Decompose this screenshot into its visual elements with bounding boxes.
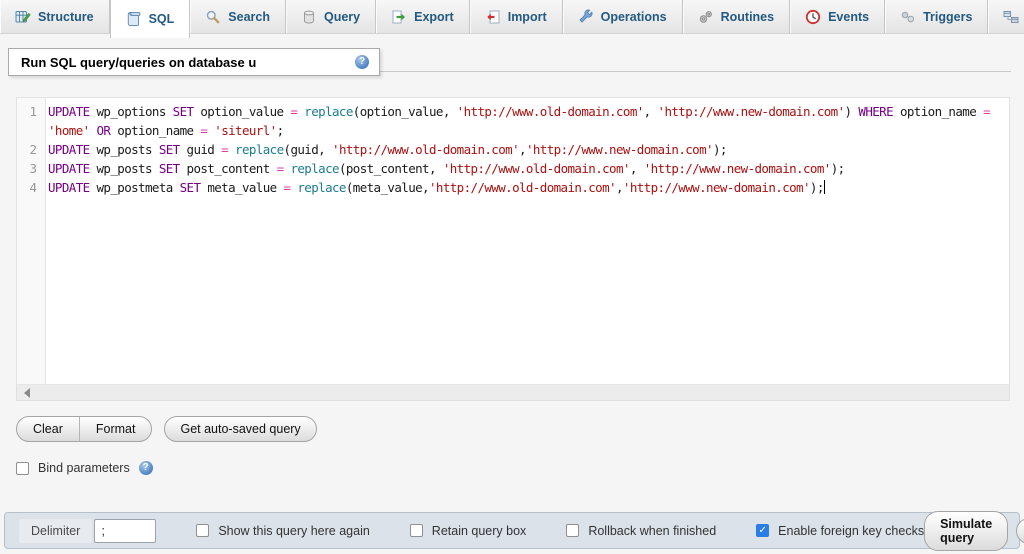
operations-icon (578, 9, 594, 25)
code-line: 3UPDATE wp_posts SET post_content = repl… (17, 159, 1009, 178)
delimiter-label: Delimiter (19, 519, 92, 543)
tab-structure[interactable]: Structure (0, 0, 110, 33)
tab-export[interactable]: Export (376, 0, 470, 33)
tab-label: Triggers (923, 10, 972, 24)
bind-parameters-row: Bind parameters ? (16, 461, 1010, 475)
footer-option: Rollback when finished (566, 524, 716, 538)
tab-label: Structure (38, 10, 94, 24)
footer-option: Show this query here again (196, 524, 369, 538)
query-form-header: Run SQL query/queries on database u ? (8, 48, 380, 76)
sql-code-textarea[interactable]: 1UPDATE wp_options SET option_value = re… (16, 97, 1010, 384)
tab-label: Import (508, 10, 547, 24)
editor-hscrollbar[interactable] (16, 384, 1010, 401)
line-content: UPDATE wp_posts SET guid = replace(guid,… (45, 140, 1009, 159)
code-line: 4UPDATE wp_postmeta SET meta_value = rep… (17, 178, 1009, 197)
tab-label: Query (324, 10, 360, 24)
tab-sql[interactable]: SQL (110, 0, 191, 38)
tab-routines[interactable]: Routines (683, 0, 790, 33)
tab-events[interactable]: Events (790, 0, 885, 33)
tab-label: Routines (721, 10, 774, 24)
line-number: 1 (17, 102, 45, 121)
code-line: 1UPDATE wp_options SET option_value = re… (17, 102, 1009, 140)
line-content: UPDATE wp_posts SET post_content = repla… (45, 159, 1009, 178)
line-content: UPDATE wp_options SET option_value = rep… (45, 102, 1009, 140)
tab-import[interactable]: Import (470, 0, 563, 33)
footer-option-checkbox-2[interactable] (566, 524, 579, 537)
footer-option-label: Retain query box (432, 524, 527, 538)
events-icon (805, 9, 821, 25)
structure-icon (15, 9, 31, 25)
sql-editor: 1UPDATE wp_options SET option_value = re… (16, 97, 1010, 401)
format-button[interactable]: Format (79, 417, 152, 441)
line-number: 3 (17, 159, 45, 178)
triggers-icon (900, 9, 916, 25)
footer-option-checkbox-1[interactable] (410, 524, 423, 537)
footer-option-label: Enable foreign key checks (778, 524, 924, 538)
get-auto-saved-query-button[interactable]: Get auto-saved query (164, 416, 316, 442)
bind-parameters-checkbox[interactable] (16, 462, 29, 475)
simulate-query-button[interactable]: Simulate query (924, 511, 1008, 551)
bind-parameters-label: Bind parameters (38, 461, 130, 475)
footer-option-label: Show this query here again (218, 524, 369, 538)
designer-icon (1003, 9, 1019, 25)
delimiter-input[interactable] (94, 519, 156, 543)
footer-buttons: Simulate query Go (924, 511, 1024, 551)
footer-option-checkbox-3[interactable] (756, 524, 769, 537)
query-icon (301, 9, 317, 25)
line-number: 4 (17, 178, 45, 197)
help-icon[interactable]: ? (355, 55, 369, 69)
import-icon (485, 9, 501, 25)
footer-option: Enable foreign key checks (756, 524, 924, 538)
clear-button[interactable]: Clear (17, 417, 79, 441)
query-options-footer: Delimiter Show this query here again Reta… (4, 512, 1020, 549)
tab-label: SQL (149, 12, 175, 26)
help-icon[interactable]: ? (139, 461, 153, 475)
footer-option-label: Rollback when finished (588, 524, 716, 538)
search-icon (205, 9, 221, 25)
tab-triggers[interactable]: Triggers (885, 0, 988, 33)
footer-options: Show this query here again Retain query b… (156, 524, 924, 538)
go-button[interactable]: Go (1016, 518, 1024, 544)
sql-icon (126, 11, 142, 27)
line-number: 2 (17, 140, 45, 159)
page-title: Run SQL query/queries on database u (21, 55, 355, 70)
tab-label: Export (414, 10, 454, 24)
line-content: UPDATE wp_postmeta SET meta_value = repl… (45, 178, 1009, 197)
export-icon (391, 9, 407, 25)
clear-format-button-group: Clear Format (16, 416, 152, 442)
tab-label: Search (228, 10, 270, 24)
text-caret (824, 180, 826, 194)
sql-code-content: 1UPDATE wp_options SET option_value = re… (17, 98, 1009, 197)
tab-designer[interactable]: Designer (988, 0, 1024, 33)
editor-actions-row: Clear Format Get auto-saved query (16, 416, 1010, 442)
tab-query[interactable]: Query (286, 0, 376, 33)
footer-option: Retain query box (410, 524, 527, 538)
code-line: 2UPDATE wp_posts SET guid = replace(guid… (17, 140, 1009, 159)
sql-query-panel: Run SQL query/queries on database u ? 1U… (0, 34, 1024, 475)
tab-label: Operations (601, 10, 667, 24)
tab-label: Events (828, 10, 869, 24)
scroll-left-arrow-icon[interactable] (24, 388, 30, 398)
tab-search[interactable]: Search (190, 0, 286, 33)
tab-operations[interactable]: Operations (563, 0, 683, 33)
tab-bar: Structure SQL Search Query Export Import Opera… (0, 0, 1024, 34)
routines-icon (698, 9, 714, 25)
footer-option-checkbox-0[interactable] (196, 524, 209, 537)
